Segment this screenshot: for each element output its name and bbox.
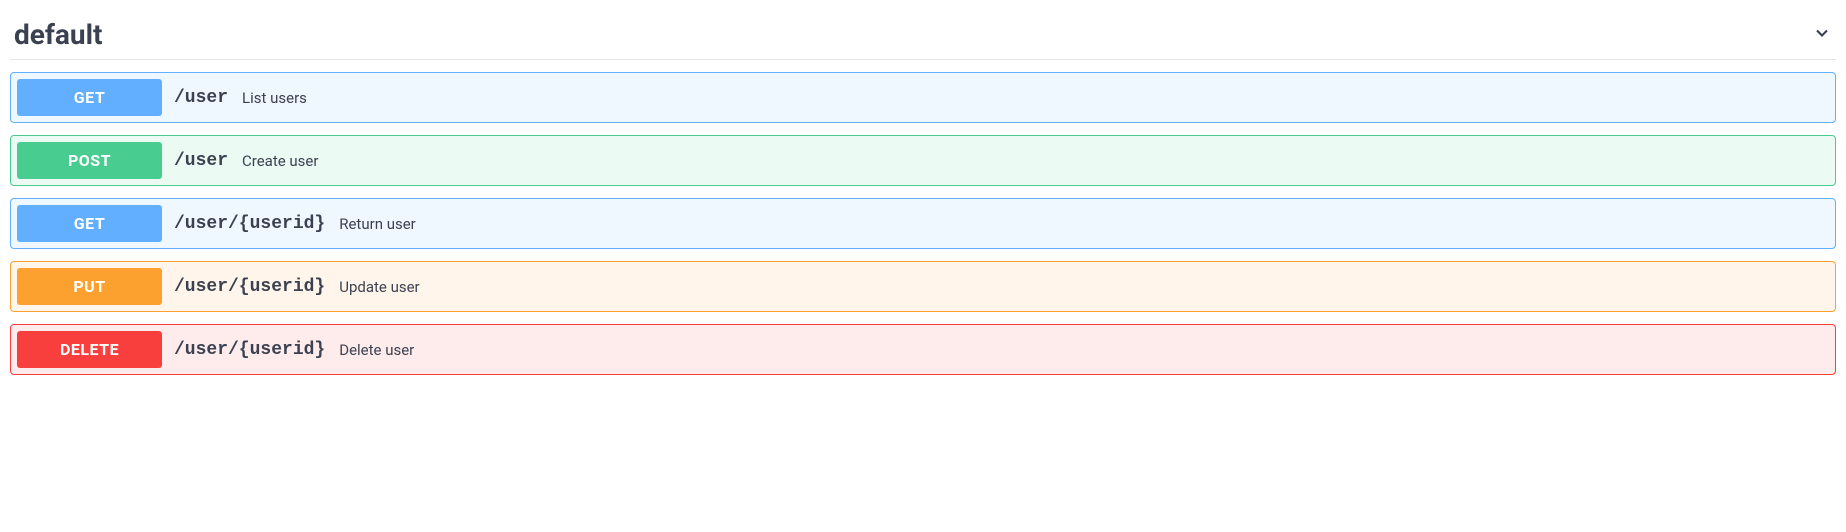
opblock-get-user[interactable]: GET /user List users	[10, 72, 1836, 123]
opblock-summary: DELETE /user/{userid} Delete user	[11, 325, 1835, 374]
opblock-put-user-id[interactable]: PUT /user/{userid} Update user	[10, 261, 1836, 312]
endpoint-description: Update user	[339, 278, 419, 296]
opblock-summary: GET /user/{userid} Return user	[11, 199, 1835, 248]
endpoint-description: Return user	[339, 215, 416, 233]
method-badge: PUT	[17, 268, 162, 305]
opblock-summary: GET /user List users	[11, 73, 1835, 122]
endpoint-path: /user	[174, 151, 228, 171]
method-badge: GET	[17, 205, 162, 242]
method-badge: GET	[17, 79, 162, 116]
endpoint-path: /user	[174, 88, 228, 108]
section-title: default	[14, 18, 102, 51]
section-header[interactable]: default	[10, 10, 1836, 60]
opblock-summary: POST /user Create user	[11, 136, 1835, 185]
endpoint-path: /user/{userid}	[174, 214, 325, 234]
method-badge: POST	[17, 142, 162, 179]
endpoint-description: List users	[242, 89, 307, 107]
endpoint-description: Delete user	[339, 341, 414, 359]
chevron-down-icon	[1812, 23, 1832, 47]
opblock-summary: PUT /user/{userid} Update user	[11, 262, 1835, 311]
opblock-delete-user-id[interactable]: DELETE /user/{userid} Delete user	[10, 324, 1836, 375]
method-badge: DELETE	[17, 331, 162, 368]
endpoint-path: /user/{userid}	[174, 340, 325, 360]
endpoint-description: Create user	[242, 152, 318, 170]
opblock-get-user-id[interactable]: GET /user/{userid} Return user	[10, 198, 1836, 249]
opblock-post-user[interactable]: POST /user Create user	[10, 135, 1836, 186]
endpoint-path: /user/{userid}	[174, 277, 325, 297]
